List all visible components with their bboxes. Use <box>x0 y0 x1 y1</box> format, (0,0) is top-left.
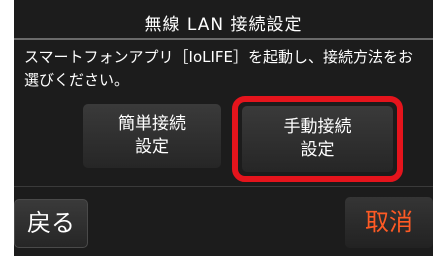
instruction-message: スマートフォンアプリ［IoLIFE］を起動し、接続方法をお選びください。 <box>24 48 414 89</box>
footer-divider <box>14 186 433 187</box>
cancel-button[interactable]: 取消 <box>345 197 433 248</box>
screen-title: 無線 LAN 接続設定 <box>14 6 433 40</box>
easy-button-label-line2: 設定 <box>135 137 169 157</box>
manual-connection-setup-button[interactable]: 手動接続 設定 <box>242 106 393 172</box>
back-button[interactable]: 戻る <box>14 199 88 248</box>
easy-connection-setup-button[interactable]: 簡単接続 設定 <box>83 104 221 168</box>
manual-button-label-line2: 設定 <box>300 140 335 160</box>
easy-button-label-line1: 簡単接続 <box>118 114 186 134</box>
device-screen: 無線 LAN 接続設定 スマートフォンアプリ［IoLIFE］を起動し、接続方法を… <box>14 0 433 256</box>
manual-button-label-line1: 手動接続 <box>283 117 352 137</box>
